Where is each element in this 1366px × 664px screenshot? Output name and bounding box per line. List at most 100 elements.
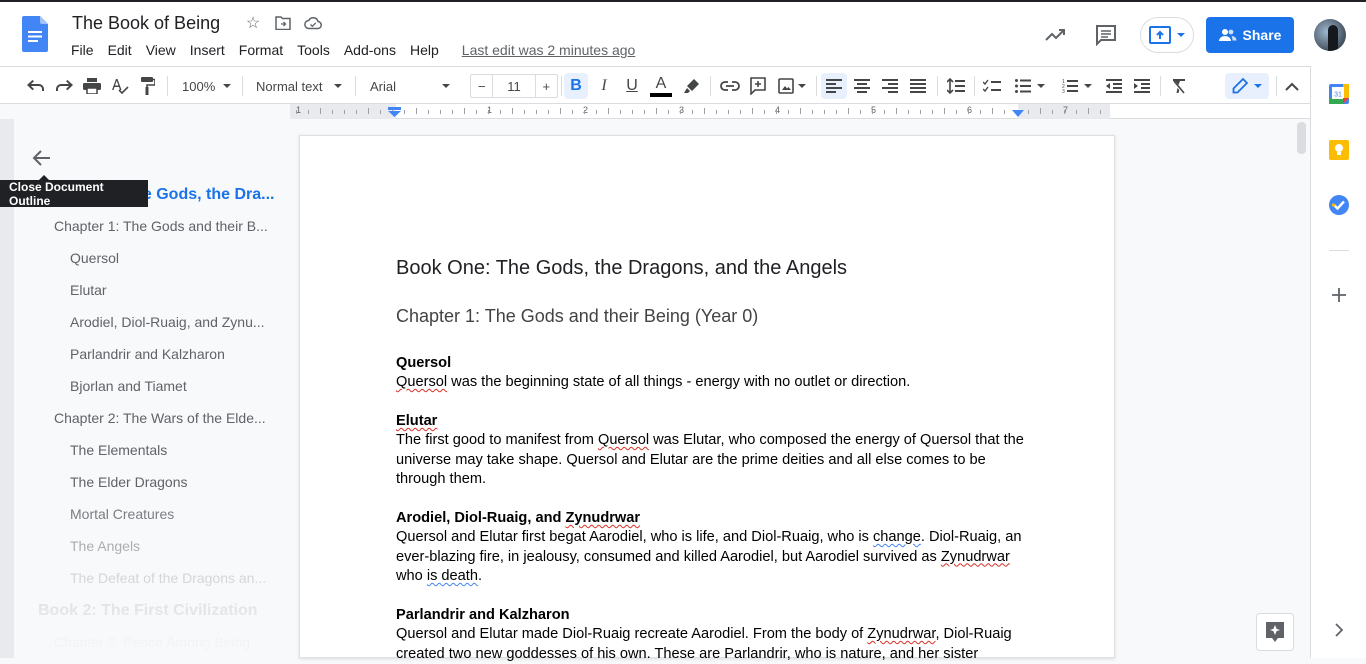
ruler-tick [764,110,765,114]
menu-edit[interactable]: Edit [101,42,139,58]
highlight-icon[interactable] [680,73,704,99]
right-indent-marker[interactable] [1012,110,1026,118]
zoom-select[interactable]: 100% [174,73,236,99]
line-spacing-icon[interactable] [944,73,968,99]
menu-insert[interactable]: Insert [183,42,232,58]
ruler-tick [368,108,369,114]
checklist-icon[interactable] [980,73,1004,99]
tasks-icon[interactable] [1329,195,1349,215]
underline-button[interactable]: U [620,73,644,99]
redo-icon[interactable] [52,73,76,99]
get-addons-plus-icon[interactable] [1329,285,1349,305]
increase-font-size-button[interactable]: + [536,75,557,97]
spellcheck-icon[interactable] [108,73,132,99]
align-left-icon[interactable] [821,73,847,99]
outline-item[interactable]: The Elementals [70,442,167,458]
ruler-tick [992,108,993,114]
text-color-button[interactable]: A [648,73,674,99]
present-dropdown-icon[interactable] [1177,33,1185,37]
decrease-indent-icon[interactable] [1102,73,1126,99]
explore-button[interactable] [1256,613,1294,651]
undo-icon[interactable] [24,73,48,99]
outline-item[interactable]: Book 2: The First Civilization [38,602,258,620]
outline-item[interactable]: Mortal Creatures [70,506,174,522]
insert-image-button[interactable] [774,73,810,99]
text-color-icon: A [655,74,667,92]
spelling-error[interactable]: Zynudrwar [565,510,640,526]
font-size-input[interactable]: 11 [492,75,536,97]
menu-view[interactable]: View [139,42,183,58]
left-indent-marker[interactable] [388,107,402,117]
align-center-icon[interactable] [850,73,874,99]
expand-side-panel-chevron-icon[interactable] [1329,620,1349,640]
star-icon[interactable]: ☆ [244,14,262,32]
outline-item[interactable]: The Defeat of the Dragons an... [70,570,266,586]
spelling-error[interactable]: Quersol [598,432,649,448]
move-folder-icon[interactable] [274,14,292,32]
align-right-icon[interactable] [878,73,902,99]
menu-addons[interactable]: Add-ons [337,42,403,58]
outline-item[interactable]: Elutar [70,282,107,298]
present-button[interactable] [1140,17,1194,53]
share-button[interactable]: Share [1206,17,1294,53]
last-edit-link[interactable]: Last edit was 2 minutes ago [462,42,636,58]
ruler-tick [476,110,477,114]
menu-tools[interactable]: Tools [290,42,337,58]
clear-formatting-icon[interactable] [1167,73,1191,99]
outline-item[interactable]: Parlandrir and Kalzharon [70,346,225,362]
increase-indent-icon[interactable] [1130,73,1154,99]
italic-button[interactable]: I [592,73,616,99]
grammar-suggestion[interactable]: change [873,529,921,545]
close-outline-tooltip: Close Document Outline [0,175,148,208]
activity-trend-icon[interactable] [1044,24,1068,44]
spelling-error[interactable]: Quersol [396,374,447,390]
grammar-suggestion[interactable]: is death [427,568,478,584]
numbered-list-button[interactable]: 123 [1056,73,1098,99]
outline-item[interactable]: Chapter 1: The Gods and their B... [54,218,268,234]
bulleted-list-button[interactable] [1010,73,1050,99]
outline-item[interactable]: Chapter 3: Peace Among Being... [54,634,262,650]
section-body: The first good to manifest from Quersol … [396,432,1024,487]
print-icon[interactable] [80,73,104,99]
bold-button[interactable]: B [564,73,588,99]
keep-icon[interactable] [1329,140,1349,160]
paragraph-style-select[interactable]: Normal text [250,73,348,99]
menu-help[interactable]: Help [403,42,446,58]
menu-file[interactable]: File [64,42,101,58]
add-comment-icon[interactable] [746,73,770,99]
account-avatar[interactable] [1314,19,1346,51]
editing-mode-button[interactable] [1225,73,1269,99]
outline-item[interactable]: The Angels [70,538,140,554]
ruler-tick [356,110,357,114]
docs-logo-icon[interactable] [22,16,48,52]
ruler-tick [524,110,525,114]
spelling-error[interactable]: Elutar [396,413,437,429]
ruler-tick [1040,108,1041,114]
comment-history-icon[interactable] [1095,24,1117,46]
ruler-tick [452,110,453,114]
paint-format-icon[interactable] [136,73,160,99]
ruler-tick [1028,110,1029,114]
ruler-tick [512,108,513,114]
insert-link-icon[interactable] [718,73,742,99]
outline-item[interactable]: Arodiel, Diol-Ruaig, and Zynu... [70,314,265,330]
document-page[interactable]: Book One: The Gods, the Dragons, and the… [299,135,1115,662]
outline-item[interactable]: Quersol [70,250,119,266]
cloud-saved-icon[interactable] [304,14,322,32]
menu-format[interactable]: Format [232,42,290,58]
spelling-error[interactable]: Zynudrwar [867,626,935,642]
decrease-font-size-button[interactable]: − [471,75,492,97]
ruler-tick [980,110,981,114]
close-outline-arrow-icon[interactable] [30,146,54,170]
justify-icon[interactable] [906,73,930,99]
document-title[interactable]: The Book of Being [72,13,220,34]
text-color-swatch [650,92,672,97]
calendar-icon[interactable]: 31 [1329,84,1349,104]
font-family-select[interactable]: Arial [364,73,464,99]
outline-item[interactable]: The Elder Dragons [70,474,188,490]
spelling-error[interactable]: Zynudrwar [941,549,1010,565]
vertical-scrollbar[interactable] [1297,122,1306,154]
outline-item[interactable]: Bjorlan and Tiamet [70,378,187,394]
outline-item[interactable]: Chapter 2: The Wars of the Elde... [54,410,266,426]
collapse-menus-icon[interactable] [1280,73,1304,99]
